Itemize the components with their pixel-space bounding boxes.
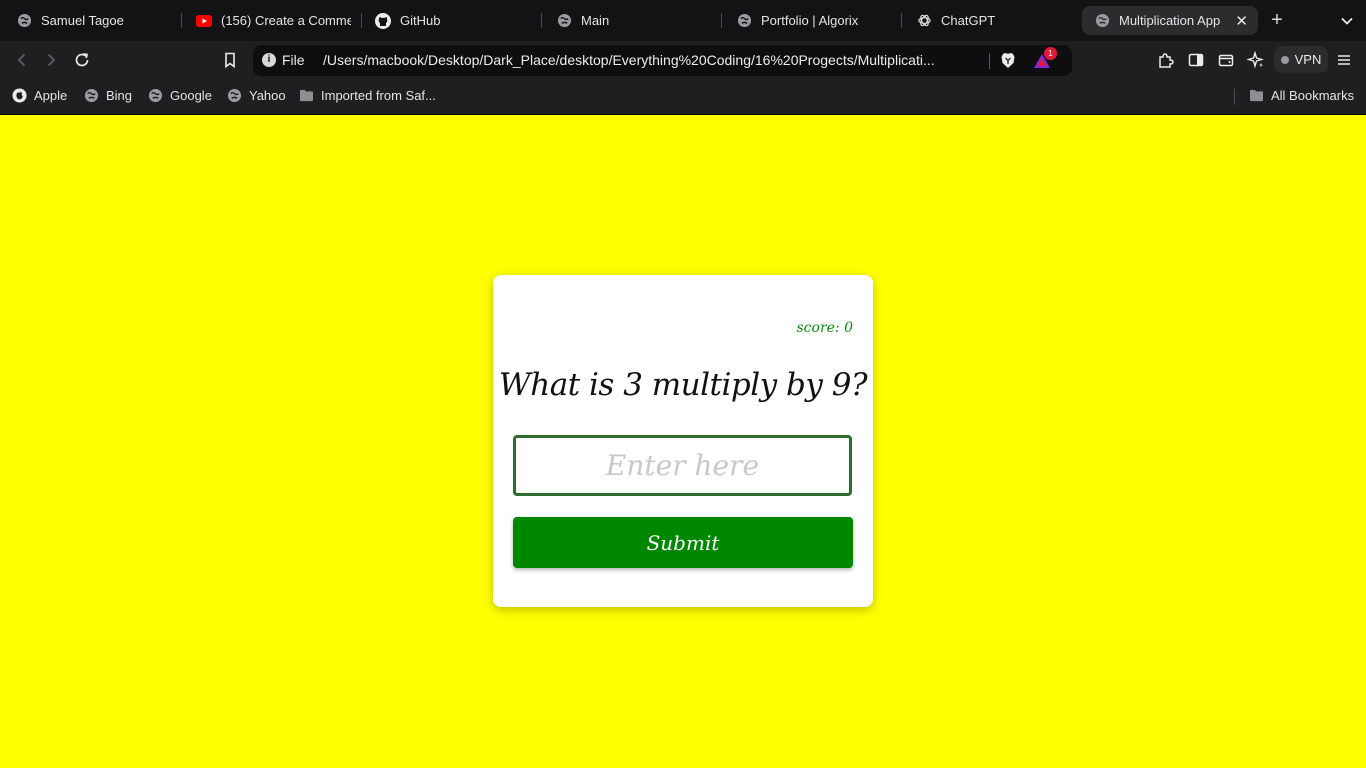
bookmark-label: Apple — [34, 88, 68, 103]
tab-youtube[interactable]: (156) Create a Commen — [196, 0, 351, 41]
score-label: score: 0 — [796, 320, 853, 336]
question-heading: What is 3 multiply by 9? — [498, 367, 868, 403]
leo-ai-sparkle-icon[interactable] — [1245, 49, 1267, 71]
bookmark-folder-imported-from-safari[interactable]: Imported from Saf... — [299, 88, 436, 103]
reload-icon[interactable] — [71, 49, 93, 71]
tab-title: Samuel Tagoe — [41, 13, 124, 28]
hamburger-menu-icon[interactable] — [1333, 49, 1355, 71]
tab-title: (156) Create a Commen — [221, 13, 351, 28]
folder-icon — [1249, 88, 1264, 103]
tab-portfolio-algorix[interactable]: Portfolio | Algorix — [736, 0, 896, 41]
address-bar[interactable]: i File /Users/macbook/Desktop/Dark_Place… — [253, 45, 1072, 76]
wallet-icon[interactable] — [1215, 49, 1237, 71]
tab-multiplication-app[interactable]: Multiplication App ✕ — [1082, 6, 1258, 35]
bookmark-icon[interactable] — [219, 49, 241, 71]
quiz-card: score: 0 What is 3 multiply by 9? Submit — [493, 275, 873, 607]
tab-samuel-tagoe[interactable]: Samuel Tagoe — [16, 0, 176, 41]
sidebar-toggle-icon[interactable] — [1185, 49, 1207, 71]
globe-icon — [148, 88, 163, 103]
tab-strip: Samuel Tagoe (156) Create a Commen GitHu… — [0, 0, 1366, 41]
url-text[interactable]: /Users/macbook/Desktop/Dark_Place/deskto… — [323, 52, 978, 68]
vpn-status-dot — [1280, 55, 1289, 64]
bookmarks-separator — [1234, 89, 1235, 105]
address-bar-divider — [989, 53, 990, 69]
back-arrow-icon[interactable] — [11, 49, 33, 71]
submit-button[interactable]: Submit — [513, 517, 853, 568]
tab-separator — [181, 13, 182, 28]
bookmark-label: Google — [170, 88, 212, 103]
globe-icon — [556, 13, 572, 29]
bookmark-bing[interactable]: Bing — [84, 88, 132, 103]
apple-icon — [12, 88, 27, 103]
tab-title: GitHub — [400, 13, 441, 28]
bookmark-google[interactable]: Google — [148, 88, 212, 103]
chevron-down-icon[interactable] — [1338, 12, 1356, 30]
tab-title: ChatGPT — [941, 13, 996, 28]
bookmark-label: Yahoo — [249, 88, 286, 103]
youtube-icon — [196, 13, 212, 29]
globe-icon — [1094, 13, 1110, 29]
rewards-count-badge: 1 — [1044, 47, 1057, 60]
tab-title: Main — [581, 13, 610, 28]
browser-toolbar: i File /Users/macbook/Desktop/Dark_Place… — [0, 41, 1366, 79]
github-icon — [375, 12, 391, 29]
chatgpt-icon — [916, 13, 932, 29]
bookmark-yahoo[interactable]: Yahoo — [227, 88, 286, 103]
vpn-button[interactable]: VPN — [1274, 46, 1328, 73]
brave-shields-icon[interactable] — [1000, 52, 1016, 69]
globe-icon — [227, 88, 242, 103]
bookmark-label: Bing — [106, 88, 133, 103]
bookmarks-bar: Apple Bing Google Yahoo Imported from Sa… — [0, 79, 1366, 115]
page-viewport: score: 0 What is 3 multiply by 9? Submit — [0, 115, 1366, 768]
close-tab-icon[interactable]: ✕ — [1235, 12, 1248, 30]
globe-icon — [736, 13, 752, 29]
tab-title: Multiplication App — [1119, 13, 1221, 28]
extensions-puzzle-icon[interactable] — [1155, 49, 1177, 71]
tab-separator — [901, 13, 902, 28]
bookmark-label: Imported from Saf... — [321, 88, 436, 103]
tab-separator — [721, 13, 722, 28]
answer-input[interactable] — [513, 435, 852, 496]
all-bookmarks-folder[interactable]: All Bookmarks — [1249, 88, 1354, 103]
tab-main[interactable]: Main — [556, 0, 716, 41]
tab-github[interactable]: GitHub — [375, 0, 535, 41]
forward-arrow-icon[interactable] — [40, 49, 62, 71]
site-info-icon[interactable]: i — [262, 53, 276, 67]
globe-icon — [84, 88, 99, 103]
tab-separator — [541, 13, 542, 28]
folder-icon — [299, 88, 314, 103]
new-tab-plus-icon[interactable]: + — [1267, 10, 1287, 30]
bookmark-label: All Bookmarks — [1271, 88, 1355, 103]
tab-separator — [361, 13, 362, 28]
vpn-label: VPN — [1294, 52, 1322, 67]
bookmark-apple[interactable]: Apple — [12, 88, 67, 103]
url-scheme-label: File — [282, 52, 305, 68]
tab-title: Portfolio | Algorix — [761, 13, 859, 28]
tab-chatgpt[interactable]: ChatGPT — [916, 0, 1076, 41]
globe-icon — [16, 13, 32, 29]
